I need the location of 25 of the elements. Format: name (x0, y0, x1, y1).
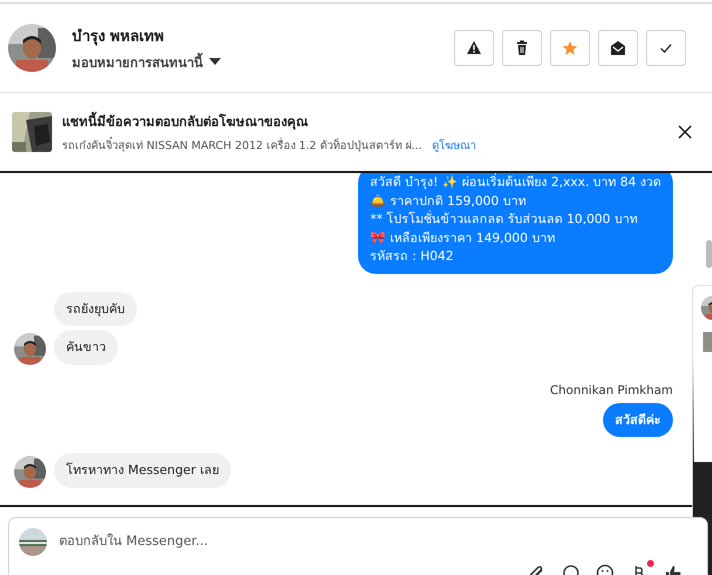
ad-title: แชทนี้มีข้อความตอบกลับต่อโฆษณาของคุณ (62, 110, 668, 132)
action-button[interactable] (598, 30, 638, 66)
envelope-icon (610, 40, 626, 56)
scrollbar[interactable] (706, 240, 712, 268)
contact-avatar (14, 332, 46, 364)
action-button[interactable] (502, 30, 542, 66)
contact-name: บำรุง พหลเทพ (72, 26, 166, 48)
warning-icon (466, 40, 482, 56)
sender-name: Chonnikan Pimkham (550, 382, 673, 396)
ad-description: รถเก๋งคันจิ๋วสุดเท่ NISSAN MARCH 2012 เครื่อง 1.2 ตัวท็อปปุ่นสตาร์ท ผ่... (62, 136, 422, 154)
message-bubble: สวัสดี บำรุง! ✨ ผ่อนเริ่มต้นเพียง 2,xxx. บาท 84 งวด 🛎 ราคาปกติ 159,000 บาท ** โปรโมชั่นข้าวแลกลด รับส่วนลด 10,000 บาท 🎀 เหลือเพียงราคา 149,000 บาท รหัสรถ : H042 (358, 173, 673, 274)
message-bubble: โทรหาทาง Messenger เลย (54, 453, 231, 488)
reply-field[interactable]: ตอบกลับใน Messenger... (57, 533, 697, 550)
close-icon[interactable] (678, 125, 692, 139)
message-bubble: สวัสดีค่ะ (603, 402, 673, 437)
user-avatar (19, 528, 47, 556)
trash-icon (514, 40, 530, 56)
message-bubble: รถยังยุบคับ (54, 292, 137, 326)
action-button[interactable] (454, 30, 494, 66)
contact-avatar (8, 24, 56, 72)
assign-dropdown[interactable]: มอบหมายการสนทนานี้ (72, 52, 221, 72)
caret-icon (209, 58, 221, 66)
contact-avatar (14, 456, 46, 488)
view-ad-link[interactable]: ดูโฆษณา (432, 136, 476, 154)
message-bubble: คันขาว (54, 330, 118, 364)
